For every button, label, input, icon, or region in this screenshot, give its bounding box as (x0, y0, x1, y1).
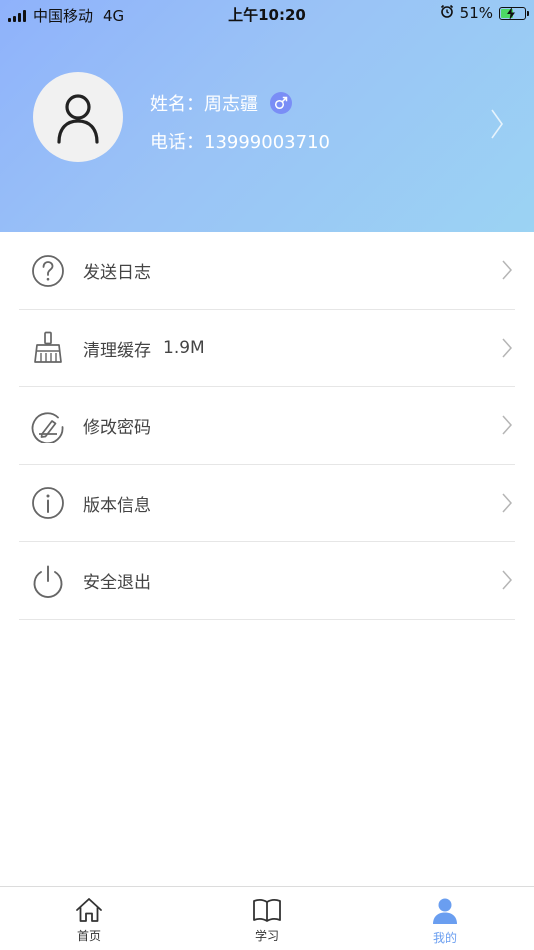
broom-icon (31, 331, 65, 365)
avatar[interactable] (33, 72, 123, 162)
profile-phone: 电话：13999003710 (150, 132, 330, 153)
chevron-right-icon (502, 338, 513, 362)
status-right: 51% (440, 4, 529, 22)
tab-label: 我的 (432, 931, 457, 945)
profile-name-row: 姓名：周志疆 (150, 90, 330, 116)
divider (19, 618, 515, 620)
menu-item-clear-cache[interactable]: 清理缓存 1.9M (0, 310, 534, 387)
book-icon (253, 899, 281, 922)
menu-label: 发送日志 (83, 263, 151, 284)
menu-label: 清理缓存 (83, 340, 151, 361)
chevron-right-icon (502, 260, 513, 284)
menu-label: 安全退出 (83, 573, 151, 594)
male-symbol-icon (270, 92, 292, 114)
menu-item-send-log[interactable]: 发送日志 (0, 232, 534, 310)
profile-info[interactable]: 姓名：周志疆 电话：13999003710 (150, 90, 330, 154)
cache-size: 1.9M (163, 338, 205, 359)
battery-icon (499, 6, 529, 20)
power-icon (31, 564, 65, 598)
home-icon (76, 898, 102, 922)
person-icon (433, 898, 457, 924)
tab-mine[interactable]: 我的 (356, 887, 534, 950)
edit-pen-circle-icon (31, 409, 65, 443)
bottom-tab-bar: 首页 学习 我的 (0, 886, 534, 950)
info-circle-icon (31, 486, 65, 520)
chevron-right-icon (502, 493, 513, 517)
tab-label: 首页 (76, 929, 101, 943)
chevron-right-icon (502, 570, 513, 594)
menu-item-version-info[interactable]: 版本信息 (0, 465, 534, 542)
chevron-right-icon (502, 415, 513, 439)
battery-percent: 51% (459, 4, 493, 22)
profile-name: 姓名：周志疆 (150, 94, 258, 115)
status-bar: 中国移动 4G 上午10:20 51% (0, 0, 534, 28)
tab-label: 学习 (254, 929, 279, 943)
profile-chevron-right-icon[interactable] (490, 108, 504, 144)
menu-label: 修改密码 (83, 418, 151, 439)
menu-label: 版本信息 (83, 495, 151, 516)
tab-study[interactable]: 学习 (178, 887, 356, 950)
settings-menu: 发送日志 清理缓存 1.9M 修改密码 版本信息 安全退出 (0, 232, 534, 620)
tab-home[interactable]: 首页 (0, 887, 178, 950)
menu-item-logout[interactable]: 安全退出 (0, 542, 534, 620)
menu-item-change-password[interactable]: 修改密码 (0, 387, 534, 465)
profile-phone-row: 电话：13999003710 (150, 128, 330, 154)
alarm-icon (440, 4, 454, 22)
question-circle-icon (31, 254, 65, 288)
user-avatar-icon (57, 94, 99, 144)
